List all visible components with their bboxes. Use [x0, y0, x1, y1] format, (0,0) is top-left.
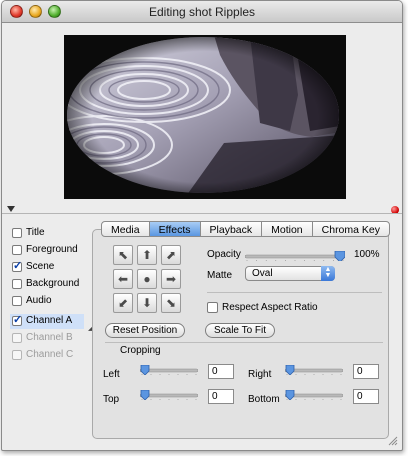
arrow-down-icon[interactable]: ⬇	[137, 293, 157, 313]
track-label: Background	[26, 278, 80, 289]
track-label: Foreground	[26, 244, 78, 255]
track-item-foreground[interactable]: Foreground	[10, 243, 84, 258]
opacity-slider[interactable]	[245, 251, 345, 261]
crop-right-slider[interactable]	[285, 365, 343, 375]
position-pad: ⬉ ⬆ ⬈ ⬅ ● ➡ ⬋ ⬇ ⬊	[113, 245, 183, 315]
matte-value: Oval	[252, 268, 273, 279]
splitter[interactable]	[2, 213, 402, 214]
track-item-channel-b[interactable]: Channel B	[10, 331, 84, 346]
crop-top-field[interactable]: 0	[208, 389, 234, 404]
collapse-triangle-icon[interactable]	[7, 206, 15, 212]
track-checkbox[interactable]	[12, 259, 22, 272]
center-dot-icon[interactable]: ●	[137, 269, 157, 289]
editor-window: Editing shot Ripples ◢ Title Foreground …	[1, 0, 403, 451]
ripples-preview-image	[64, 35, 346, 199]
crop-bottom-label: Bottom	[248, 394, 280, 405]
crop-right-field[interactable]: 0	[353, 364, 379, 379]
track-checkbox[interactable]	[12, 279, 22, 289]
crop-right-label: Right	[248, 369, 272, 380]
track-item-audio[interactable]: Audio	[10, 294, 84, 309]
crop-bottom-field[interactable]: 0	[353, 389, 379, 404]
crop-top-slider[interactable]	[140, 390, 198, 400]
track-label: Audio	[26, 295, 52, 306]
scale-to-fit-button[interactable]: Scale To Fit	[205, 323, 275, 338]
track-label: Channel A	[26, 315, 73, 326]
arrow-up-left-icon[interactable]: ⬉	[113, 245, 133, 265]
matte-popup[interactable]: Oval ▲ ▼	[245, 266, 335, 281]
tab-motion[interactable]: Motion	[262, 222, 313, 236]
crop-left-slider[interactable]	[140, 365, 198, 375]
arrow-up-right-icon[interactable]: ⬈	[161, 245, 181, 265]
separator	[105, 342, 383, 343]
popup-arrows-icon: ▲ ▼	[321, 266, 335, 281]
cropping-label: Cropping	[120, 345, 161, 356]
video-preview[interactable]	[64, 35, 346, 199]
separator	[207, 292, 382, 293]
track-checkbox	[12, 350, 22, 360]
track-checkbox[interactable]	[12, 313, 22, 326]
arrow-right-icon[interactable]: ➡	[161, 269, 181, 289]
aspect-label: Respect Aspect Ratio	[222, 302, 318, 313]
track-label: Title	[26, 227, 45, 238]
arrow-down-right-icon[interactable]: ⬊	[161, 293, 181, 313]
track-checkbox[interactable]	[12, 296, 22, 306]
crop-top-label: Top	[103, 394, 120, 405]
tab-effects[interactable]: Effects	[149, 222, 201, 236]
matte-label: Matte	[207, 270, 233, 281]
preview-area	[2, 23, 402, 205]
tab-chroma-key[interactable]: Chroma Key	[313, 222, 389, 236]
track-checkbox[interactable]	[12, 245, 22, 255]
crop-left-field[interactable]: 0	[208, 364, 234, 379]
crop-left-label: Left	[103, 369, 120, 380]
track-item-background[interactable]: Background	[10, 277, 84, 292]
track-item-scene[interactable]: Scene	[10, 259, 84, 275]
crop-bottom-slider[interactable]	[285, 390, 343, 400]
opacity-label: Opacity	[207, 249, 241, 260]
track-label: Channel B	[26, 332, 73, 343]
track-item-channel-a[interactable]: Channel A	[10, 313, 84, 329]
inspector-tabs: Media Effects Playback Motion Chroma Key	[101, 221, 390, 237]
track-checkbox	[12, 333, 22, 343]
aspect-checkbox-box[interactable]	[207, 302, 218, 313]
opacity-value: 100%	[354, 249, 380, 260]
resize-grip-icon[interactable]	[388, 436, 398, 446]
tab-media[interactable]: Media	[102, 222, 150, 236]
track-item-title[interactable]: Title	[10, 226, 84, 241]
title-bar[interactable]: Editing shot Ripples	[2, 1, 402, 23]
track-checkbox[interactable]	[12, 228, 22, 238]
tab-playback[interactable]: Playback	[201, 222, 263, 236]
reset-position-button[interactable]: Reset Position	[105, 323, 185, 338]
arrow-down-left-icon[interactable]: ⬋	[113, 293, 133, 313]
track-label: Channel C	[26, 349, 74, 360]
track-item-channel-c[interactable]: Channel C	[10, 348, 84, 363]
arrow-left-icon[interactable]: ⬅	[113, 269, 133, 289]
track-label: Scene	[26, 261, 55, 272]
window-title: Editing shot Ripples	[148, 5, 256, 19]
arrow-up-icon[interactable]: ⬆	[137, 245, 157, 265]
